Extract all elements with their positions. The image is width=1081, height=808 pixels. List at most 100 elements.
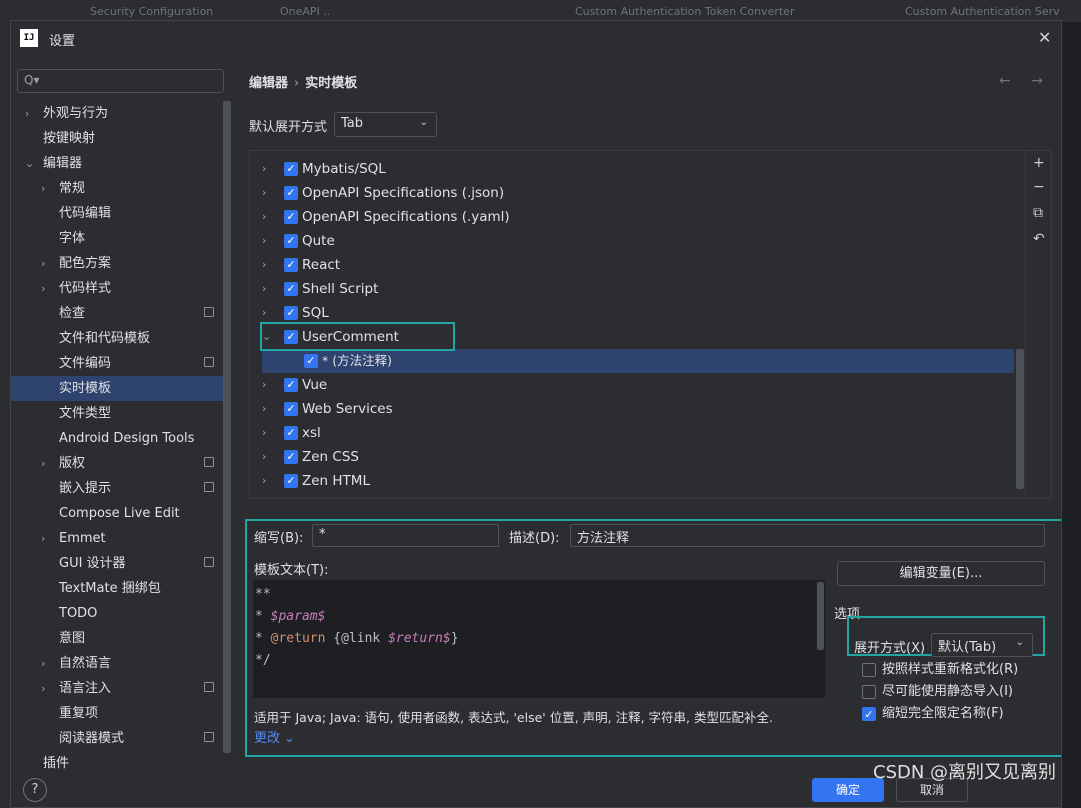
template-group-row[interactable]: › ✓ React — [262, 253, 1014, 277]
sidebar-item[interactable]: 代码编辑 — [11, 201, 223, 226]
chevron-right-icon[interactable]: › — [41, 251, 53, 276]
help-icon[interactable]: ? — [23, 778, 47, 802]
abbreviation-label: 缩写(B): — [254, 531, 304, 546]
copy-icon[interactable]: ⧉ — [1033, 205, 1043, 221]
checkbox-checked-icon[interactable]: ✓ — [284, 402, 298, 416]
abbreviation-input[interactable]: * — [312, 524, 499, 547]
template-group-row[interactable]: › ✓ Shell Script — [262, 277, 1014, 301]
checkbox-checked-icon[interactable]: ✓ — [284, 162, 298, 176]
sidebar-item[interactable]: › 常规 — [11, 176, 223, 201]
sidebar-item[interactable]: 意图 — [11, 626, 223, 651]
sidebar-item[interactable]: › 外观与行为 — [11, 101, 223, 126]
chevron-right-icon[interactable]: › — [41, 526, 53, 551]
sidebar-item[interactable]: › 语言注入 — [11, 676, 223, 701]
checkbox-checked-icon[interactable]: ✓ — [284, 450, 298, 464]
sidebar-item[interactable]: TextMate 捆绑包 — [11, 576, 223, 601]
checkbox-checked-icon[interactable]: ✓ — [284, 234, 298, 248]
close-icon[interactable]: ✕ — [1038, 28, 1051, 47]
expand-with-value: 默认(Tab) — [938, 640, 997, 655]
checkbox-checked-icon[interactable]: ✓ — [284, 258, 298, 272]
sidebar-item[interactable]: Compose Live Edit — [11, 501, 223, 526]
sidebar-item[interactable]: GUI 设计器 — [11, 551, 223, 576]
checkbox-checked-icon[interactable]: ✓ — [284, 378, 298, 392]
settings-search-input[interactable]: Q▾ — [17, 69, 224, 93]
chevron-right-icon[interactable]: › — [262, 469, 274, 493]
sidebar-item[interactable]: › Emmet — [11, 526, 223, 551]
tree-scrollbar[interactable] — [1016, 349, 1024, 489]
chevron-right-icon[interactable]: › — [262, 397, 274, 421]
default-expand-select[interactable]: Tab ⌄ — [334, 112, 437, 137]
remove-icon[interactable]: − — [1033, 179, 1045, 195]
expand-with-select[interactable]: 默认(Tab) ⌄ — [931, 633, 1033, 657]
chevron-right-icon[interactable]: › — [262, 421, 274, 445]
sidebar-item[interactable]: 按键映射 — [11, 126, 223, 151]
chevron-right-icon[interactable]: › — [41, 651, 53, 676]
sidebar-item[interactable]: › 代码样式 — [11, 276, 223, 301]
template-group-row[interactable]: › ✓ xsl — [262, 421, 1014, 445]
chevron-right-icon[interactable]: › — [41, 451, 53, 476]
sidebar-item[interactable]: › 版权 — [11, 451, 223, 476]
sidebar-item[interactable]: ⌄ 编辑器 — [11, 151, 223, 176]
chevron-right-icon[interactable]: › — [41, 276, 53, 301]
sidebar-item[interactable]: 文件编码 — [11, 351, 223, 376]
sidebar-item[interactable]: › 配色方案 — [11, 251, 223, 276]
edit-variables-button[interactable]: 编辑变量(E)... — [837, 561, 1045, 586]
template-row-label: * (方法注释) — [322, 353, 392, 368]
template-group-row[interactable]: › ✓ OpenAPI Specifications (.yaml) — [262, 205, 1014, 229]
add-icon[interactable]: + — [1033, 155, 1045, 171]
sidebar-item[interactable]: 文件和代码模板 — [11, 326, 223, 351]
chevron-right-icon[interactable]: › — [262, 181, 274, 205]
sidebar-scrollbar[interactable] — [223, 101, 231, 753]
sidebar-item[interactable]: 字体 — [11, 226, 223, 251]
chevron-right-icon[interactable]: › — [262, 157, 274, 181]
sidebar-item-label: TextMate 捆绑包 — [59, 581, 161, 596]
change-context-link[interactable]: 更改 ⌄ — [254, 727, 295, 746]
sidebar-item[interactable]: TODO — [11, 601, 223, 626]
chevron-right-icon[interactable]: › — [262, 253, 274, 277]
chevron-down-icon[interactable]: ⌄ — [25, 151, 37, 176]
description-input[interactable]: 方法注释 — [570, 524, 1045, 547]
checkbox-checked-icon[interactable]: ✓ — [284, 210, 298, 224]
sidebar-item[interactable]: 嵌入提示 — [11, 476, 223, 501]
restore-icon[interactable]: ↶ — [1033, 231, 1045, 247]
chevron-right-icon[interactable]: › — [262, 229, 274, 253]
dialog-titlebar: IJ 设置 ✕ — [11, 21, 1061, 59]
csdn-watermark: CSDN @离别又见离别 — [873, 762, 1057, 783]
sidebar-item-label: 配色方案 — [59, 256, 112, 271]
template-group-row[interactable]: › ✓ Zen CSS — [262, 445, 1014, 469]
tree-toolbar: + − ⧉ ↶ — [1025, 151, 1051, 498]
checkbox-checked-icon[interactable]: ✓ — [284, 186, 298, 200]
chevron-right-icon[interactable]: › — [262, 205, 274, 229]
sidebar-item[interactable]: 阅读器模式 — [11, 726, 223, 751]
template-group-row[interactable]: › ✓ Vue — [262, 373, 1014, 397]
sidebar-item[interactable]: 文件类型 — [11, 401, 223, 426]
chevron-right-icon[interactable]: › — [262, 373, 274, 397]
template-row-label: Mybatis/SQL — [302, 161, 386, 177]
nav-arrows-icon[interactable]: ← → — [999, 73, 1051, 89]
breadcrumb-parent[interactable]: 编辑器 — [249, 76, 288, 91]
chevron-right-icon[interactable]: › — [41, 676, 53, 701]
sidebar-item[interactable]: 重复项 — [11, 701, 223, 726]
template-row[interactable]: ✓ * (方法注释) — [262, 349, 1014, 373]
chevron-right-icon[interactable]: › — [25, 101, 37, 126]
template-group-row[interactable]: › ✓ Qute — [262, 229, 1014, 253]
sidebar-item[interactable]: 检查 — [11, 301, 223, 326]
template-group-row[interactable]: › ✓ Zen HTML — [262, 469, 1014, 493]
chevron-right-icon[interactable]: › — [262, 445, 274, 469]
editor-scrollbar[interactable] — [817, 582, 824, 650]
sidebar-item[interactable]: › 自然语言 — [11, 651, 223, 676]
template-group-row[interactable]: › ✓ Mybatis/SQL — [262, 157, 1014, 181]
chevron-right-icon[interactable]: › — [262, 277, 274, 301]
checkbox-checked-icon[interactable]: ✓ — [284, 426, 298, 440]
template-group-row[interactable]: › ✓ Web Services — [262, 397, 1014, 421]
sidebar-item-label: 常规 — [59, 181, 86, 196]
sidebar-item[interactable]: Android Design Tools — [11, 426, 223, 451]
checkbox-checked-icon[interactable]: ✓ — [284, 282, 298, 296]
checkbox-checked-icon[interactable]: ✓ — [284, 474, 298, 488]
checkbox-checked-icon[interactable]: ✓ — [284, 306, 298, 320]
checkbox-checked-icon[interactable]: ✓ — [304, 354, 318, 368]
template-text-editor[interactable]: ** * $param$ * @return {@link $return$} … — [253, 580, 825, 698]
sidebar-item[interactable]: 实时模板 — [11, 376, 223, 401]
chevron-right-icon[interactable]: › — [41, 176, 53, 201]
template-group-row[interactable]: › ✓ OpenAPI Specifications (.json) — [262, 181, 1014, 205]
